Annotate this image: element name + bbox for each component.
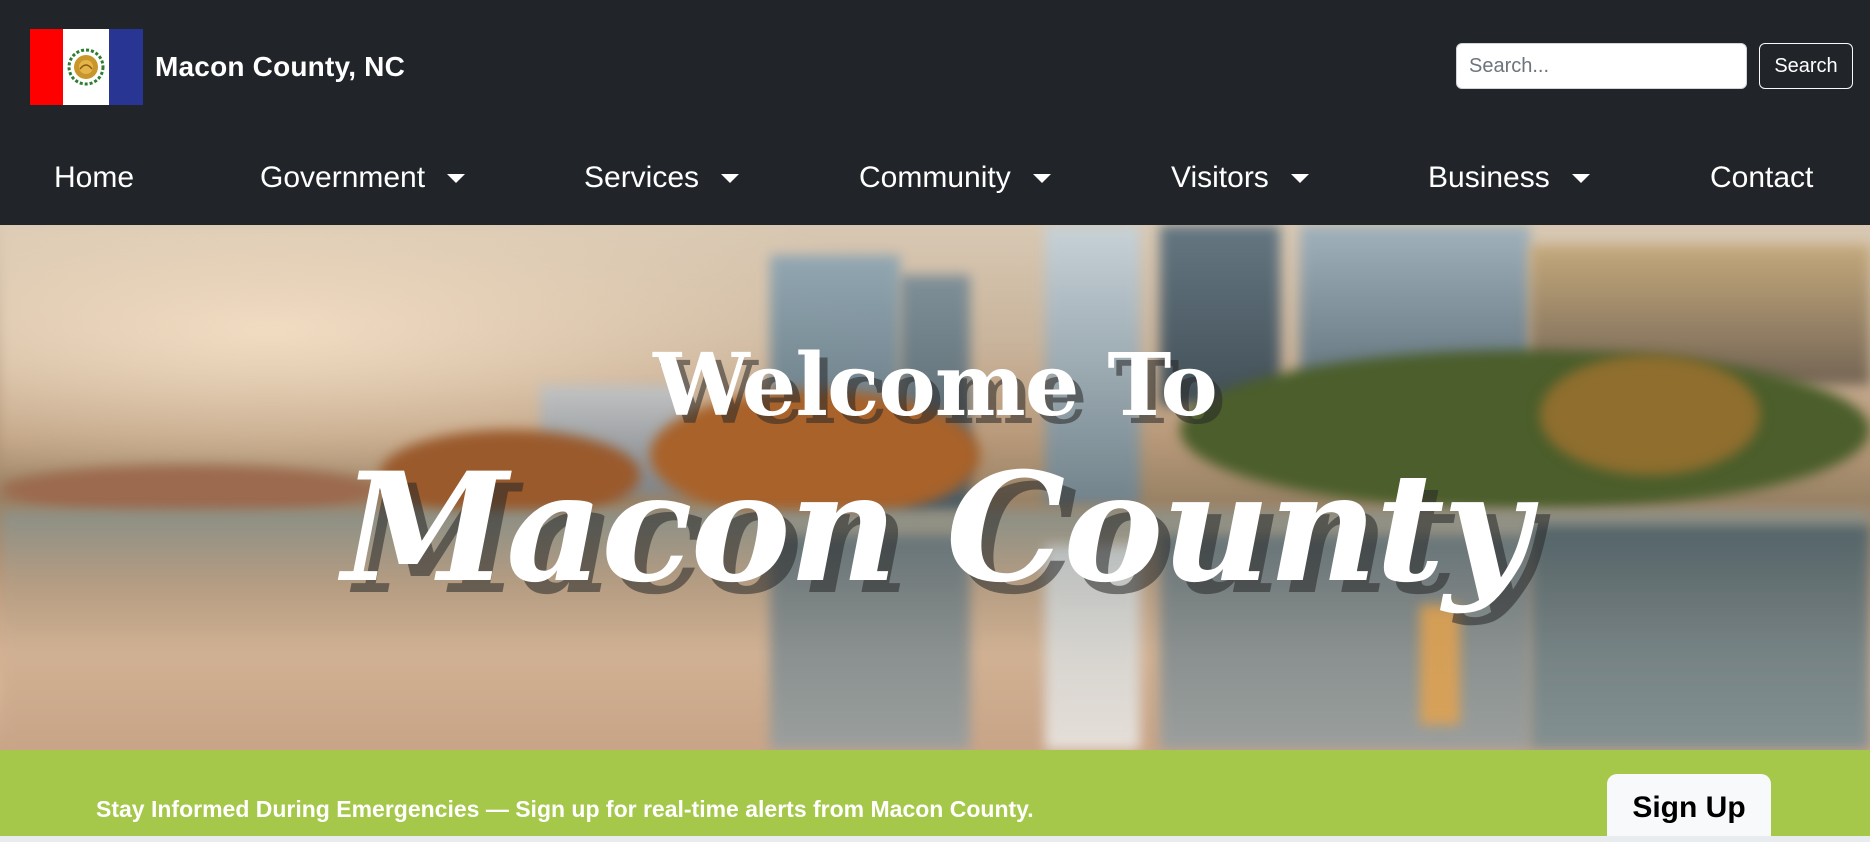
nav-item-label: Visitors bbox=[1171, 161, 1269, 194]
nav-item-community[interactable]: Community bbox=[859, 150, 1051, 206]
nav-item-business[interactable]: Business bbox=[1428, 150, 1590, 206]
hero-text: Welcome To Macon County bbox=[0, 225, 1870, 750]
site-header: Macon County, NC Search Home Government … bbox=[0, 0, 1870, 225]
sign-up-button[interactable]: Sign Up bbox=[1607, 774, 1771, 842]
flag-red-stripe bbox=[30, 29, 63, 105]
search-input[interactable] bbox=[1456, 43, 1747, 89]
brand[interactable]: Macon County, NC bbox=[30, 29, 405, 105]
emergency-alert-bar: Stay Informed During Emergencies — Sign … bbox=[0, 750, 1870, 842]
chevron-down-icon bbox=[1032, 173, 1051, 183]
hero-title: Macon County bbox=[342, 440, 1530, 616]
county-seal-icon bbox=[67, 48, 105, 86]
nav-item-label: Community bbox=[859, 161, 1011, 194]
nav-item-home[interactable]: Home bbox=[54, 150, 134, 206]
site-title[interactable]: Macon County, NC bbox=[155, 51, 405, 83]
nav-item-label: Business bbox=[1428, 161, 1550, 194]
search-button[interactable]: Search bbox=[1759, 43, 1853, 89]
nav-item-visitors[interactable]: Visitors bbox=[1171, 150, 1309, 206]
nav-item-label: Government bbox=[260, 161, 426, 194]
nav-item-label: Home bbox=[54, 161, 135, 194]
nav-item-contact[interactable]: Contact bbox=[1710, 150, 1813, 206]
nav-item-label: Services bbox=[584, 161, 700, 194]
chevron-down-icon bbox=[447, 173, 466, 183]
nav-item-government[interactable]: Government bbox=[260, 150, 466, 206]
flag-blue-stripe bbox=[109, 29, 143, 105]
hero-welcome-heading: Welcome To bbox=[653, 335, 1218, 436]
county-flag-logo bbox=[30, 29, 143, 105]
main-nav: Home Government Services Community Visit… bbox=[0, 150, 1870, 206]
nav-item-label: Contact bbox=[1710, 161, 1814, 194]
hero-banner: Welcome To Macon County bbox=[0, 225, 1870, 750]
chevron-down-icon bbox=[721, 173, 740, 183]
page-divider bbox=[0, 836, 1870, 842]
nav-item-services[interactable]: Services bbox=[584, 150, 740, 206]
alert-text: Stay Informed During Emergencies — Sign … bbox=[96, 796, 1034, 822]
chevron-down-icon bbox=[1290, 173, 1309, 183]
flag-white-stripe bbox=[63, 29, 109, 105]
chevron-down-icon bbox=[1571, 173, 1590, 183]
